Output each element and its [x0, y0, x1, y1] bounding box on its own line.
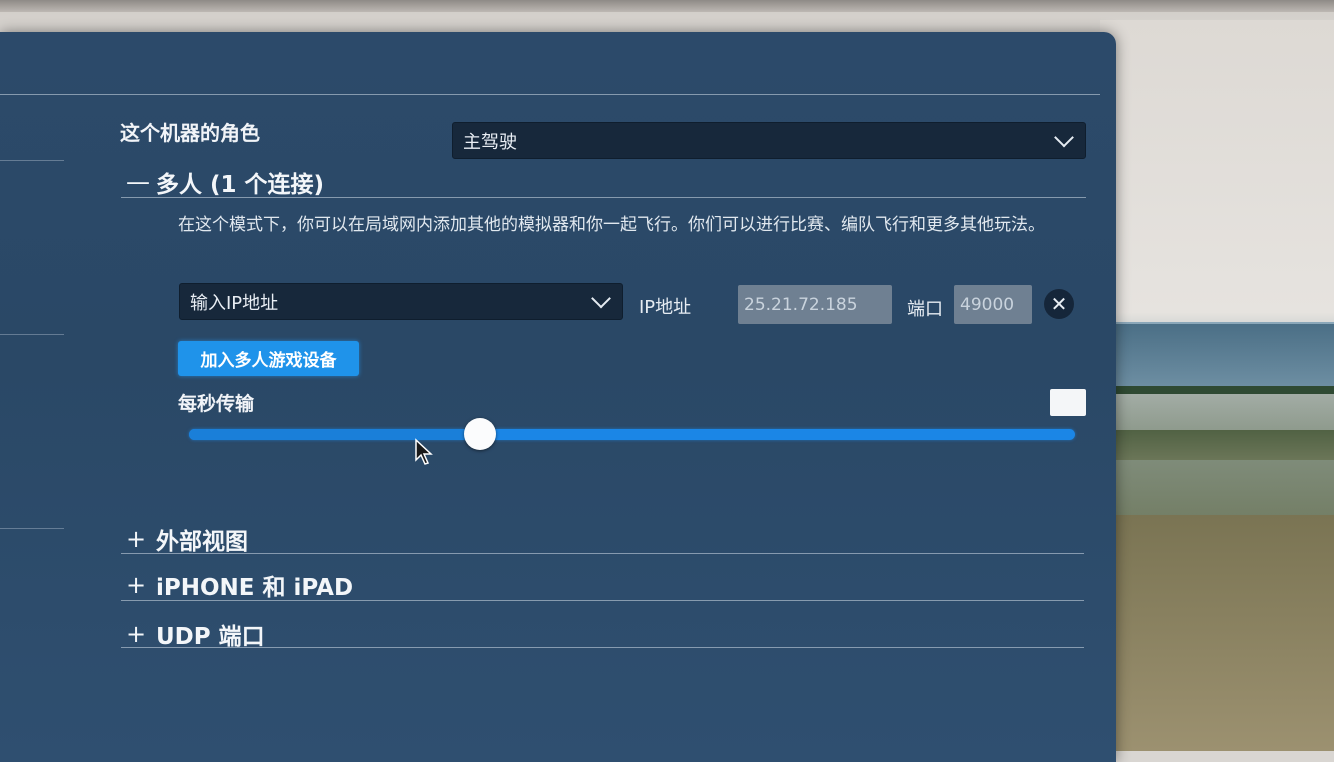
sidebar-divider: [0, 334, 64, 335]
simulator-ground: [1115, 515, 1334, 751]
slider-thumb[interactable]: [463, 418, 496, 450]
add-multiplayer-device-button[interactable]: 加入多人游戏设备: [178, 341, 359, 376]
section-title-udp-port: UDP 端口: [156, 624, 265, 650]
slider-fill: [189, 429, 480, 440]
section-title-iphone-ipad: iPHONE 和 iPAD: [156, 575, 354, 601]
simulator-treeline: [1115, 386, 1334, 394]
mouse-cursor-icon: [415, 438, 433, 465]
port-label: 端口: [907, 299, 943, 320]
expand-icon: +: [126, 525, 147, 553]
expand-icon: +: [126, 620, 147, 648]
top-divider: [0, 94, 1100, 95]
ip-label: IP地址: [639, 297, 692, 318]
section-header-udp-port[interactable]: + UDP 端口: [126, 617, 265, 651]
ip-address-dropdown[interactable]: 输入IP地址: [179, 283, 623, 320]
section-divider: [121, 197, 1086, 198]
expand-icon: +: [126, 571, 147, 599]
chevron-down-icon: [591, 288, 611, 308]
section-divider: [121, 647, 1084, 648]
section-title-external-view: 外部视图: [156, 529, 248, 555]
sidebar-divider: [0, 528, 64, 529]
transmission-rate-value[interactable]: [1050, 389, 1086, 416]
sidebar-divider: [0, 160, 64, 161]
role-dropdown-value: 主驾驶: [463, 131, 517, 153]
port-field[interactable]: 49000: [954, 285, 1032, 324]
section-header-iphone-ipad[interactable]: + iPHONE 和 iPAD: [126, 568, 353, 602]
role-label: 这个机器的角色: [120, 121, 260, 145]
section-title-multiplayer: 多人 (1 个连接): [156, 172, 325, 198]
close-icon[interactable]: ✕: [1044, 289, 1074, 319]
monitor-bezel: [0, 0, 1334, 12]
multiplayer-description: 在这个模式下，你可以在局域网内添加其他的模拟器和你一起飞行。你们可以进行比赛、编…: [178, 215, 1045, 235]
ip-dropdown-value: 输入IP地址: [190, 292, 279, 314]
transmission-rate-label: 每秒传输: [178, 393, 255, 415]
section-header-multiplayer[interactable]: — 多人 (1 个连接): [126, 165, 324, 199]
role-dropdown[interactable]: 主驾驶: [452, 122, 1086, 159]
chevron-down-icon: [1054, 127, 1074, 147]
section-header-external-view[interactable]: + 外部视图: [126, 522, 248, 556]
simulator-hangar: [1115, 322, 1334, 388]
section-divider: [121, 553, 1084, 554]
section-divider: [121, 600, 1084, 601]
collapse-icon: —: [126, 168, 150, 196]
simulator-runway: [1115, 430, 1334, 460]
ip-address-field[interactable]: 25.21.72.185: [738, 285, 892, 324]
